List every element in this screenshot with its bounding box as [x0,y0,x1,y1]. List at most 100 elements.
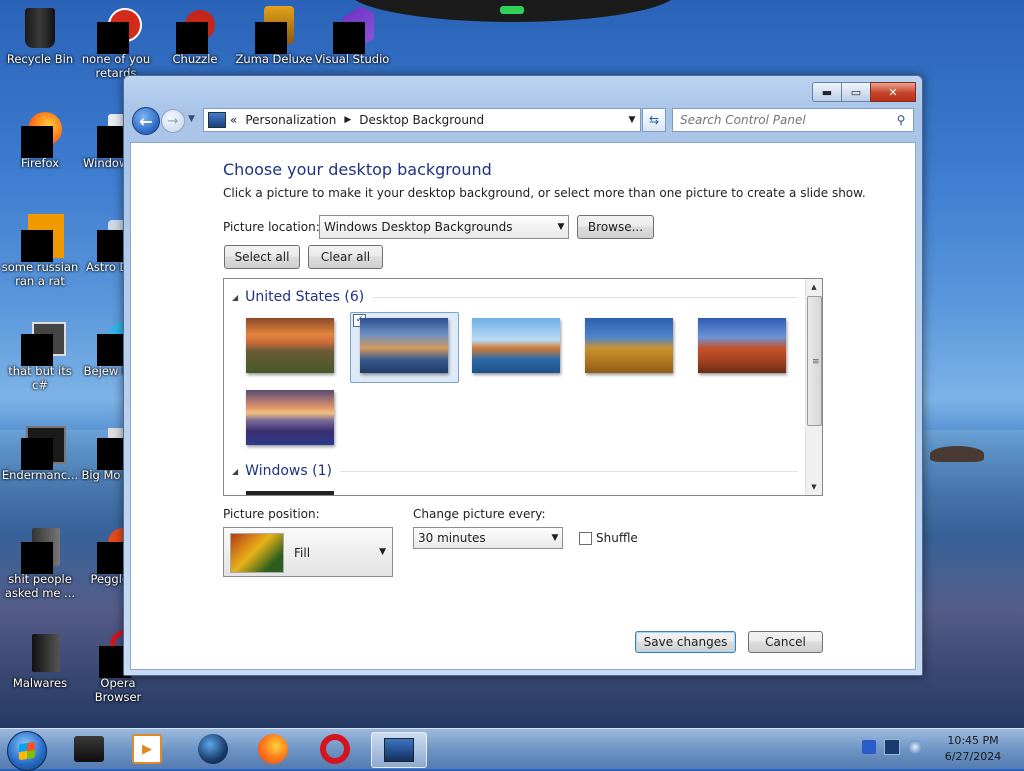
checkbox-box[interactable] [579,531,592,545]
taskbar-terminal[interactable] [62,732,116,766]
wallpaper-thumbnail-arch[interactable] [698,318,786,373]
browse-button[interactable]: Browse... [577,215,654,239]
taskbar-blender[interactable] [186,732,240,766]
scrollbar-thumb[interactable]: ≡ [807,296,822,426]
breadcrumb-separator-icon[interactable]: ▶ [344,115,351,125]
picture-position-select[interactable]: Fill ▼ [223,527,393,577]
grip-icon: ≡ [812,357,820,367]
desktop-icon-malwares[interactable]: Malwares [0,630,80,690]
folder-icon [18,630,62,674]
gadget-led [500,6,524,14]
shuffle-checkbox[interactable]: Shuffle [579,531,638,545]
scroll-up-icon[interactable]: ▲ [806,279,822,295]
app-icon [94,6,142,54]
desktop-icon-endermanc[interactable]: Endermanc... [0,422,80,482]
desktop-icon-visual-studio[interactable]: Visual Studio [312,6,392,66]
clock-time: 10:45 PM [947,734,999,747]
caption-buttons: ▬ ▭ ✕ [812,82,916,102]
chevron-down-icon: ▼ [379,547,386,557]
close-button[interactable]: ✕ [870,82,916,102]
folder-icon [18,526,62,574]
zuma-icon [252,6,296,54]
start-button[interactable] [7,731,47,771]
wallpaper-thumbnail-sunset-field[interactable] [246,318,334,373]
position-preview-image [230,533,284,573]
wallpaper-thumbnail-windows[interactable] [246,491,334,495]
desktop-icon-shit-people[interactable]: shit people asked me ... [0,526,80,600]
group-divider [339,470,798,472]
search-input[interactable] [673,112,892,128]
taskbar-media-player[interactable]: ▶ [120,732,174,766]
chuzzle-icon [173,6,217,54]
opera-icon [320,734,350,764]
breadcrumb-overflow[interactable]: « [230,113,237,127]
breadcrumb-personalization[interactable]: Personalization [245,113,336,127]
forward-button[interactable]: → [161,109,185,133]
gallery-scrollbar[interactable]: ▲ ≡ ▼ [805,279,822,495]
search-box[interactable]: ⚲ [672,108,914,132]
chevron-down-icon: ▼ [551,533,559,543]
desktop-icon-firefox[interactable]: Firefox [0,110,80,170]
group-divider [372,296,798,298]
change-picture-every-select[interactable]: 30 minutes ▼ [413,527,563,549]
picture-position-value: Fill [294,546,311,560]
taskbar-clock[interactable]: 10:45 PM 6/27/2024 [936,733,1010,765]
terminal-icon [74,736,104,762]
taskbar-firefox[interactable] [246,732,300,766]
control-panel-icon [208,112,226,128]
page-title: Choose your desktop background [223,160,492,179]
desktop-icon-some-russian[interactable]: some russian ran a rat [0,214,80,288]
shuffle-label: Shuffle [596,531,638,545]
taskbar: ▶ 10:45 PM 6/27/2024 [0,728,1024,771]
navigation-bar: ← → ▼ « Personalization ▶ Desktop Backgr… [130,105,916,135]
refresh-button[interactable]: ⇆ [642,108,666,132]
group-title: Windows (1) [245,463,332,479]
clear-all-button[interactable]: Clear all [308,245,383,269]
cancel-button[interactable]: Cancel [748,631,823,653]
forward-arrow-icon: → [167,113,179,129]
change-picture-every-label: Change picture every: [413,507,546,521]
media-player-icon: ▶ [132,734,162,764]
app-icon [18,422,66,470]
group-header-windows[interactable]: ◢ Windows (1) [232,463,798,479]
network-icon[interactable] [884,739,900,755]
control-panel-window: ▬ ▭ ✕ ← → ▼ « Personalization ▶ Desktop … [123,75,923,676]
group-header-united-states[interactable]: ◢ United States (6) [232,289,798,305]
picture-gallery[interactable]: ◢ United States (6) ✓ ◢ Windows (1) ▲ ≡ [223,278,823,496]
taskbar-opera[interactable] [308,732,362,766]
desktop-icon-none-of-you[interactable]: none of you retards [76,6,156,80]
desktop-icon-that-but[interactable]: that but its c# [0,318,80,392]
collapse-triangle-icon[interactable]: ◢ [232,467,238,476]
desktop-icon-chuzzle[interactable]: Chuzzle [155,6,235,66]
select-all-button[interactable]: Select all [224,245,300,269]
content-pane: Choose your desktop background Click a p… [130,142,916,670]
clock-date: 6/27/2024 [944,750,1002,763]
wallpaper-thumbnail-lake-flowers[interactable] [246,390,334,445]
page-description: Click a picture to make it your desktop … [223,186,866,200]
search-icon[interactable]: ⚲ [892,113,910,127]
top-gadget [348,0,678,22]
address-bar[interactable]: « Personalization ▶ Desktop Background ▼ [203,108,641,132]
wallpaper-rocks [930,446,984,462]
tray-app-icon[interactable] [862,740,876,754]
control-panel-icon [384,738,414,762]
wallpaper-thumbnail-hay-bale[interactable] [585,318,673,373]
wallpaper-thumbnail-lighthouse[interactable] [360,318,448,373]
recent-pages-dropdown[interactable]: ▼ [188,114,195,124]
picture-location-select[interactable]: Windows Desktop Backgrounds ▼ [319,215,569,239]
desktop-icon-recycle-bin[interactable]: Recycle Bin [0,6,80,66]
minimize-button[interactable]: ▬ [812,82,842,102]
breadcrumb-desktop-background[interactable]: Desktop Background [359,113,484,127]
volume-icon[interactable] [908,740,922,754]
collapse-triangle-icon[interactable]: ◢ [232,293,238,302]
desktop-icon-zuma[interactable]: Zuma Deluxe [234,6,314,66]
back-button[interactable]: ← [132,107,160,135]
save-changes-button[interactable]: Save changes [635,631,736,653]
wallpaper-thumbnail-rock-lake[interactable] [472,318,560,373]
back-arrow-icon: ← [139,111,153,131]
taskbar-control-panel[interactable] [371,732,427,768]
address-dropdown-icon[interactable]: ▼ [624,115,640,125]
scroll-down-icon[interactable]: ▼ [806,479,822,495]
system-tray [862,739,922,755]
maximize-button[interactable]: ▭ [841,82,871,102]
